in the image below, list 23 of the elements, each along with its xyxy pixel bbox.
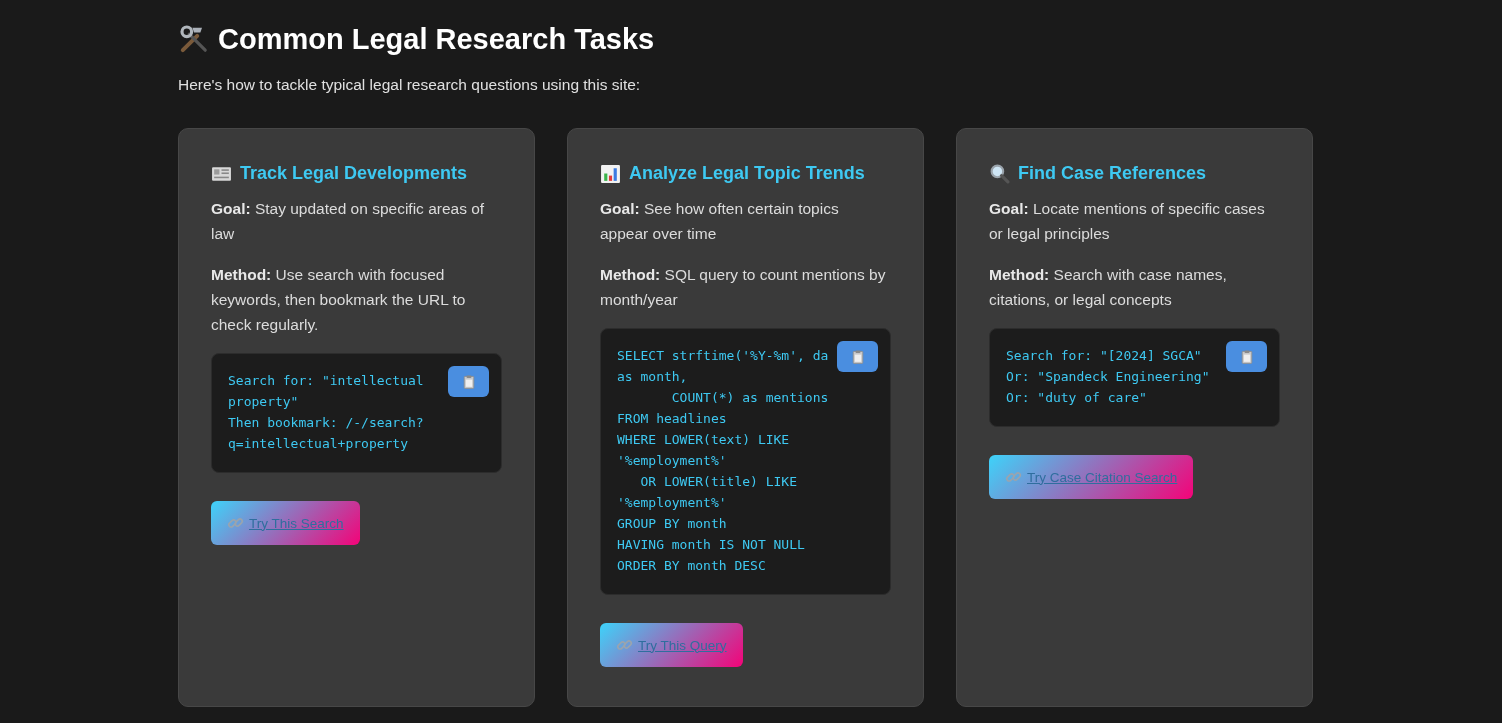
copy-button[interactable]: [837, 341, 878, 372]
tools-icon: [178, 23, 210, 55]
method-text: Method: Use search with focused keywords, then bookmark the URL to check regularly.: [211, 265, 467, 335]
try-link[interactable]: Try This Search: [211, 501, 360, 545]
goal-text: Goal: Locate mentions of specific cases or legal principles: [989, 199, 1266, 244]
goal-text: Goal: Stay updated on specific areas of law: [211, 199, 486, 244]
intro-text: Here's how to tackle typical legal research questions using this site:: [178, 76, 642, 94]
copy-button[interactable]: [448, 366, 489, 397]
method-text: Method: SQL query to count mentions by month/year: [600, 265, 887, 310]
try-link[interactable]: Try Case Citation Search: [989, 455, 1194, 499]
card-title: Track Legal Developments: [240, 162, 468, 185]
page-title: Common Legal Research Tasks: [218, 22, 655, 57]
code-text: Search for: "intellectual property" Then bookmark: /-/search? q=intellectual+property: [228, 372, 424, 453]
copy-button[interactable]: [1226, 341, 1267, 372]
code-text: Search for: "[2024] SGCA" Or: "Spandeck Engineering" Or: "duty of care": [1006, 347, 1210, 407]
method-text: Method: Search with case names, citations, or legal concepts: [989, 265, 1228, 310]
card-title: Find Case References: [1018, 162, 1207, 185]
bar-chart-icon: [600, 162, 621, 184]
search-icon: [989, 162, 1010, 184]
goal-text: Goal: See how often certain topics appear over time: [600, 199, 840, 244]
try-link[interactable]: Try This Query: [600, 623, 743, 667]
card-title: Analyze Legal Topic Trends: [629, 162, 865, 185]
code-text: SELECT strftime('%Y-%m', da as month, COUNT(*) as mentions FROM headlines WHERE LOWER(text) LIKE '%employment%' OR LOWER(title) LIKE '%employment%' GROUP BY month HAVING month IS NOT NULL ORDER BY month DESC: [617, 347, 829, 575]
